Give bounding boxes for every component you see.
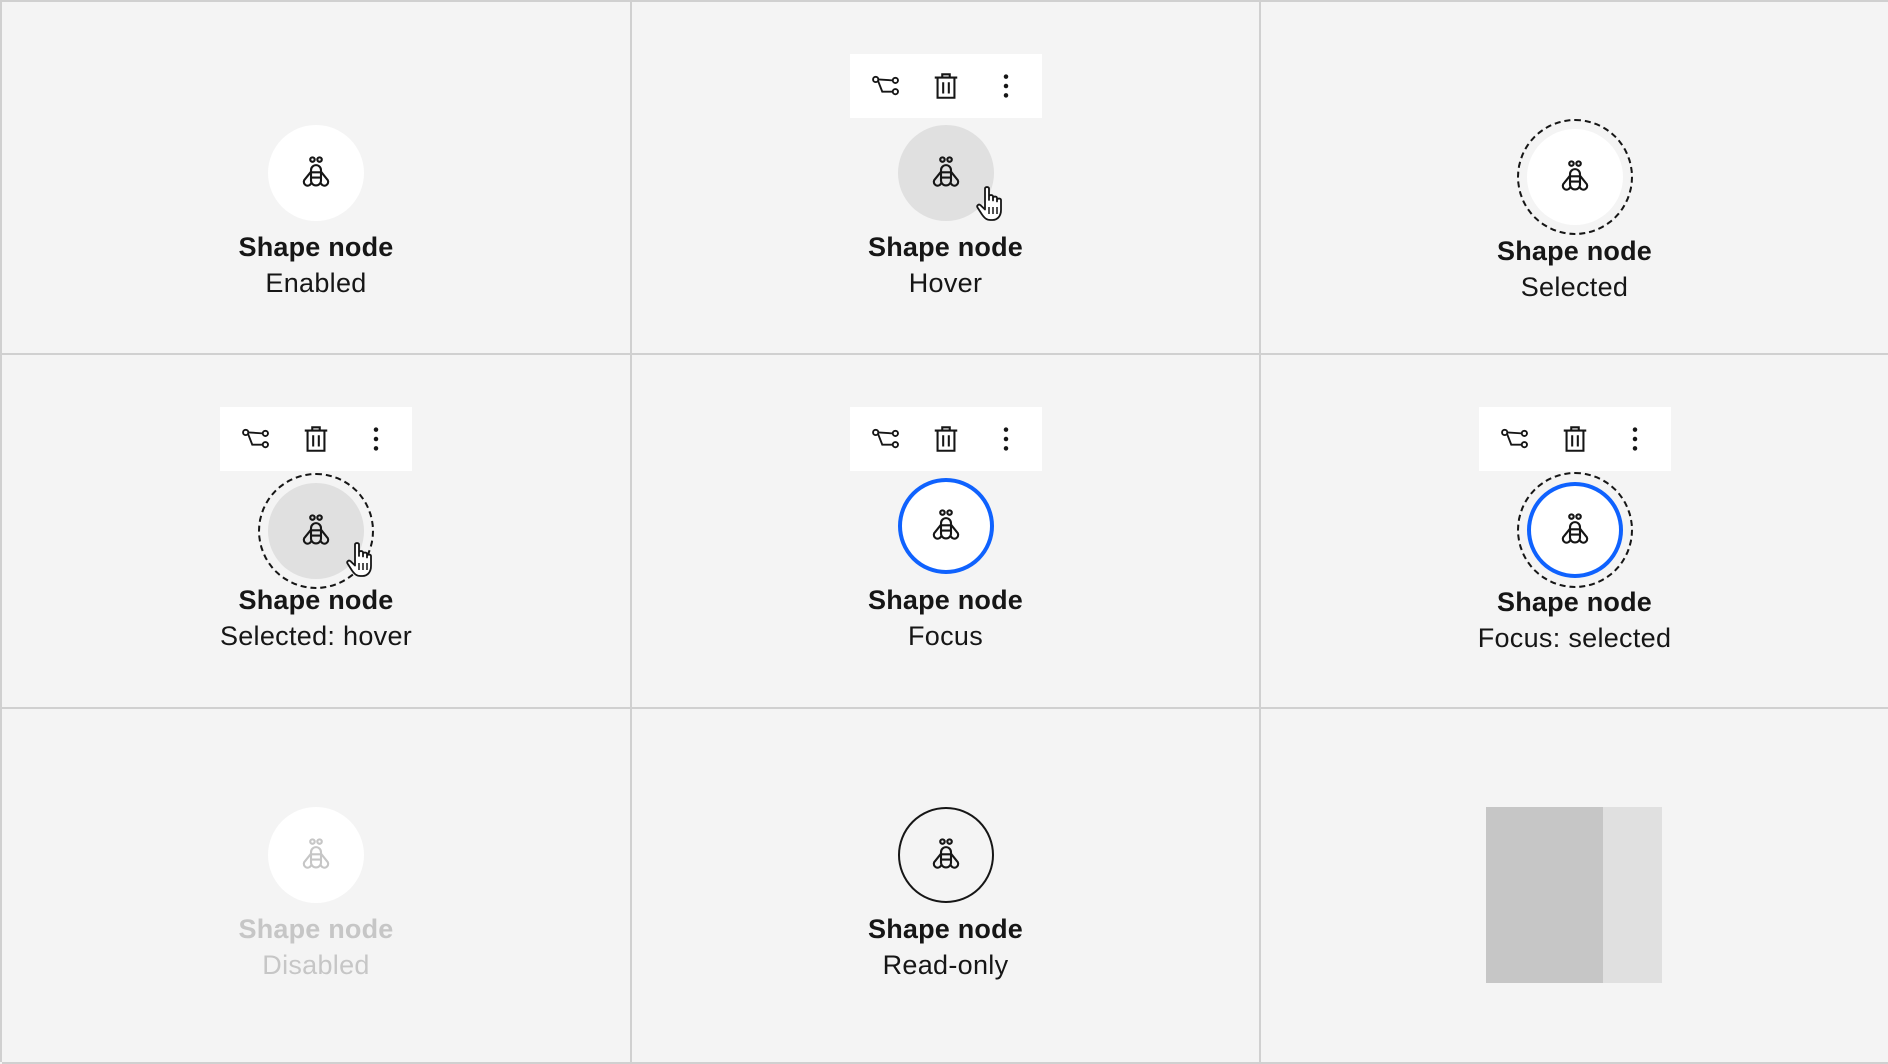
node-label: Shape node Enabled (2, 229, 630, 301)
node-state: Selected: hover (219, 621, 413, 651)
node-state: Selected (1520, 272, 1629, 302)
node-label: Shape node Selected (1261, 233, 1888, 305)
node-title: Shape node (1496, 236, 1653, 266)
node-wrap (897, 478, 994, 574)
trash-can-icon (931, 424, 961, 454)
node-toolbar (849, 54, 1042, 118)
connect-button[interactable] (864, 417, 908, 461)
node-wrap (268, 807, 364, 903)
shape-node[interactable] (1526, 482, 1623, 578)
connect-icon (1500, 424, 1530, 454)
node-title: Shape node (238, 914, 394, 944)
node-wrap (258, 473, 374, 589)
node-wrap (897, 125, 994, 221)
skeleton-placeholder (1486, 807, 1662, 983)
connect-button[interactable] (864, 64, 908, 108)
overflow-menu-vertical-icon (991, 424, 1021, 454)
node-state: Disabled (262, 950, 370, 980)
cell-skeleton (1261, 709, 1888, 1064)
node-state: Focus (907, 621, 984, 651)
hand-pointer-cursor (974, 185, 1008, 223)
delete-button[interactable] (294, 417, 338, 461)
overflow-menu-button[interactable] (1613, 417, 1657, 461)
skeleton-block-light (1603, 807, 1662, 983)
node-toolbar (220, 407, 412, 471)
cell-selected-hover: Shape node Selected: hover (2, 355, 632, 709)
bee-icon (925, 152, 967, 194)
skeleton-block-dark (1486, 807, 1603, 983)
trash-can-icon (1560, 424, 1590, 454)
bee-icon (295, 834, 337, 876)
cell-disabled: Shape node Disabled (2, 709, 632, 1064)
bee-icon (295, 510, 337, 552)
node-wrap (1516, 119, 1633, 235)
node-label: Shape node Selected: hover (2, 582, 630, 654)
trash-can-icon (301, 424, 331, 454)
connect-button[interactable] (234, 417, 278, 461)
delete-button[interactable] (1553, 417, 1597, 461)
node-label: Shape node Focus (632, 582, 1259, 654)
node-label: Shape node Hover (632, 229, 1259, 301)
cell-enabled: Shape node Enabled (2, 2, 632, 355)
bee-icon (925, 505, 967, 547)
connect-icon (871, 71, 901, 101)
node-wrap (897, 807, 994, 903)
node-title: Shape node (867, 585, 1024, 615)
cell-selected: Shape node Selected (1261, 2, 1888, 355)
overflow-menu-button[interactable] (984, 417, 1028, 461)
delete-button[interactable] (924, 417, 968, 461)
shape-node (897, 807, 994, 903)
node-state: Hover (908, 268, 983, 298)
node-state: Focus: selected (1477, 623, 1672, 653)
node-label: Shape node Read-only (632, 911, 1259, 983)
connect-icon (241, 424, 271, 454)
node-state: Enabled (265, 268, 367, 298)
connect-icon (871, 424, 901, 454)
overflow-menu-vertical-icon (991, 71, 1021, 101)
trash-can-icon (931, 71, 961, 101)
hand-pointer-cursor (344, 541, 378, 579)
shape-node (268, 807, 364, 903)
bee-icon (1554, 156, 1596, 198)
node-title: Shape node (1496, 587, 1653, 617)
cell-hover: Shape node Hover (632, 2, 1261, 355)
shape-node[interactable] (897, 478, 994, 574)
cell-focus-selected: Shape node Focus: selected (1261, 355, 1888, 709)
overflow-menu-button[interactable] (984, 64, 1028, 108)
connect-button[interactable] (1493, 417, 1537, 461)
bee-icon (295, 152, 337, 194)
cell-read-only: Shape node Read-only (632, 709, 1261, 1064)
cell-focus: Shape node Focus (632, 355, 1261, 709)
bee-icon (925, 834, 967, 876)
node-wrap (1516, 472, 1633, 588)
node-title: Shape node (867, 914, 1024, 944)
node-label: Shape node Disabled (2, 911, 630, 983)
node-title: Shape node (867, 232, 1024, 262)
node-state: Read-only (882, 950, 1009, 980)
overflow-menu-button[interactable] (354, 417, 398, 461)
node-wrap (268, 125, 364, 221)
shape-node[interactable] (1526, 129, 1623, 225)
node-title: Shape node (238, 585, 394, 615)
shape-node-states-grid: Shape node Enabled Shape node Hover Shap… (0, 0, 1888, 1064)
node-title: Shape node (238, 232, 394, 262)
node-label: Shape node Focus: selected (1261, 584, 1888, 656)
node-toolbar (849, 407, 1042, 471)
node-toolbar (1478, 407, 1671, 471)
delete-button[interactable] (924, 64, 968, 108)
bee-icon (1554, 509, 1596, 551)
overflow-menu-vertical-icon (361, 424, 391, 454)
shape-node[interactable] (268, 125, 364, 221)
overflow-menu-vertical-icon (1620, 424, 1650, 454)
